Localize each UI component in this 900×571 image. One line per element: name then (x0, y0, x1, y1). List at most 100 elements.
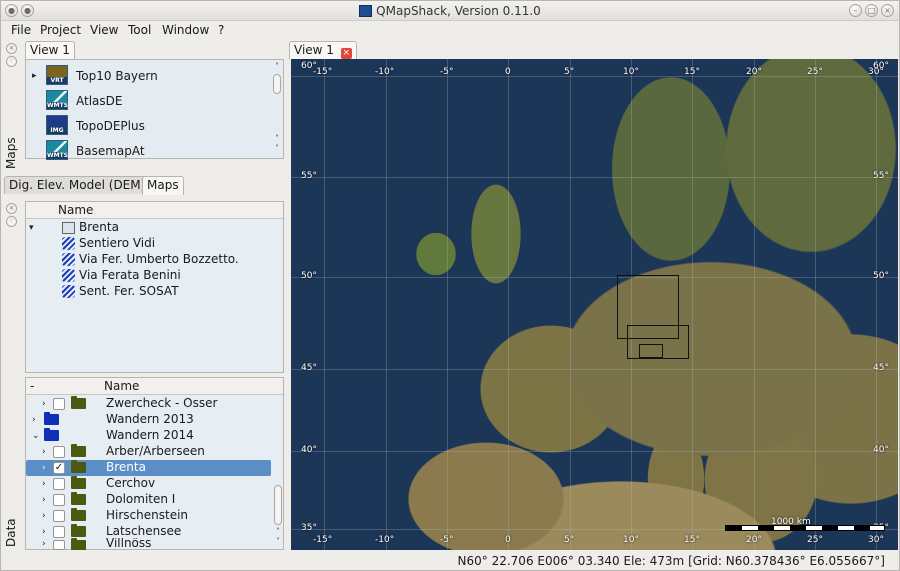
folder-icon (71, 444, 86, 457)
lon-label: 0 (505, 67, 511, 77)
lon-label: 20° (746, 535, 762, 545)
name-column-header[interactable]: Name (58, 203, 93, 217)
checkbox[interactable] (53, 446, 65, 458)
folder-icon (71, 508, 86, 521)
map-badge: WMTS (47, 102, 69, 109)
lon-label: 20° (746, 67, 762, 77)
scroll-up-icon[interactable]: ˄ (272, 62, 282, 72)
map-name: Top10 Bayern (76, 69, 158, 83)
map-item[interactable]: WMTS AtlasDE (26, 89, 256, 113)
track-name: Via Ferata Benini (79, 268, 181, 282)
data-row[interactable]: › Wandern 2013 (26, 412, 271, 428)
track-row[interactable]: Via Fer. Umberto Bozzetto. (26, 252, 283, 268)
data-row[interactable]: › Dolomiten I (26, 492, 271, 508)
folder-icon (71, 524, 86, 537)
track-icon (62, 285, 75, 298)
tab-maps[interactable]: Maps (142, 176, 184, 195)
dock-float-icon[interactable]: ◦ (6, 216, 17, 227)
expand-arrow-icon[interactable]: › (42, 476, 46, 492)
expand-arrow-icon[interactable]: › (42, 396, 46, 412)
project-row[interactable]: ▾ Brenta (26, 220, 283, 236)
minimize-button[interactable]: – (849, 4, 862, 17)
scroll-thumb[interactable] (274, 485, 282, 525)
menu-window[interactable]: Window (162, 23, 209, 37)
data-row[interactable]: › Hirschenstein (26, 508, 271, 524)
lat-label: 45° (873, 363, 889, 373)
lon-label: -10° (375, 535, 395, 545)
collapse-arrow-icon[interactable]: ▾ (29, 220, 34, 236)
folder-icon (71, 476, 86, 489)
checkbox[interactable] (53, 398, 65, 410)
scroll-up-icon[interactable]: ˄ (272, 134, 282, 144)
data-row-selected[interactable]: › ✓ Brenta (26, 460, 271, 476)
project-name: Brenta (79, 220, 119, 234)
map-badge: IMG (47, 127, 67, 134)
scroll-thumb[interactable] (273, 74, 281, 94)
checkbox[interactable] (53, 540, 65, 550)
maps-view-tab[interactable]: View 1 (25, 41, 75, 59)
lat-label: 60° (301, 61, 317, 71)
scroll-down-icon[interactable]: ˅ (273, 537, 283, 547)
scroll-up-icon[interactable]: ˄ (273, 527, 283, 537)
map-thumbnail-icon: VRT (46, 65, 68, 85)
close-button[interactable]: × (881, 4, 894, 17)
track-row[interactable]: Sent. Fer. SOSAT (26, 284, 283, 300)
folder-icon (71, 492, 86, 505)
data-row[interactable]: ⌄ Wandern 2014 (26, 428, 271, 444)
tab-map-view[interactable]: View 1 × (289, 41, 357, 59)
scroll-down-icon[interactable]: ˅ (272, 144, 282, 154)
menu-tool[interactable]: Tool (128, 23, 151, 37)
expand-arrow-icon[interactable]: › (42, 444, 46, 460)
checkbox-checked[interactable]: ✓ (53, 462, 65, 474)
expand-arrow-icon[interactable]: › (42, 508, 46, 524)
checkbox[interactable] (53, 510, 65, 522)
collapse-arrow-icon[interactable]: ⌄ (32, 428, 40, 444)
lon-label: 25° (807, 535, 823, 545)
track-icon (62, 237, 75, 250)
minus-column-header[interactable]: - (30, 379, 34, 393)
track-row[interactable]: Sentiero Vidi (26, 236, 283, 252)
expand-arrow-icon[interactable]: › (42, 492, 46, 508)
menu-help[interactable]: ? (218, 23, 224, 37)
lat-label: 35° (301, 523, 317, 533)
dock-close-icon[interactable]: × (6, 43, 17, 54)
name-column-header[interactable]: Name (104, 379, 139, 393)
scale-label: 1000 km (771, 517, 811, 527)
checkbox[interactable] (53, 526, 65, 538)
map-item[interactable]: IMG TopoDEPlus (26, 114, 256, 138)
checkbox[interactable] (53, 494, 65, 506)
dock-close-icon[interactable]: × (6, 203, 17, 214)
tab-dem[interactable]: Dig. Elev. Model (DEM) (4, 176, 151, 194)
maps-scrollbar[interactable]: ˄ ˄ ˅ (272, 62, 282, 156)
map-canvas[interactable]: -15° -10° -5° 0 5° 10° 15° 20° 25° 30° -… (291, 59, 898, 550)
dock-float-icon[interactable]: ◦ (6, 56, 17, 67)
expand-arrow-icon[interactable]: › (32, 412, 36, 428)
track-name: Via Fer. Umberto Bozzetto. (79, 252, 239, 266)
data-row-label: Wandern 2014 (106, 428, 194, 442)
expand-arrow-icon[interactable]: ▸ (32, 68, 37, 84)
track-row[interactable]: Via Ferata Benini (26, 268, 283, 284)
map-item[interactable]: WMTS BasemapAt (26, 139, 256, 163)
track-icon (62, 269, 75, 282)
maps-list: ▸ VRT Top10 Bayern WMTS AtlasDE IMG Topo… (25, 59, 284, 160)
close-tab-icon[interactable]: × (340, 48, 352, 59)
map-thumbnail-icon: WMTS (46, 140, 68, 160)
menu-view[interactable]: View (90, 23, 118, 37)
data-row[interactable]: › Arber/Arberseen (26, 444, 271, 460)
map-item[interactable]: ▸ VRT Top10 Bayern (26, 64, 256, 88)
expand-arrow-icon[interactable]: › (42, 538, 46, 550)
data-row[interactable]: › Villnöss (26, 538, 271, 550)
maximize-button[interactable]: □ (865, 4, 878, 17)
data-scrollbar[interactable]: ˄ ˅ (273, 397, 283, 549)
data-dock-label: Data (4, 518, 18, 547)
checkbox[interactable] (53, 478, 65, 490)
data-row-label: Dolomiten I (106, 492, 176, 506)
data-row[interactable]: › Zwercheck - Osser (26, 396, 271, 412)
expand-arrow-icon[interactable]: › (42, 460, 46, 476)
data-row[interactable]: › Cerchov (26, 476, 271, 492)
menu-project[interactable]: Project (40, 23, 81, 37)
menu-file[interactable]: File (11, 23, 31, 37)
folder-icon (71, 396, 86, 409)
title-bar: ● ● QMapShack, Version 0.11.0 – □ × (1, 1, 899, 21)
map-name: AtlasDE (76, 94, 123, 108)
